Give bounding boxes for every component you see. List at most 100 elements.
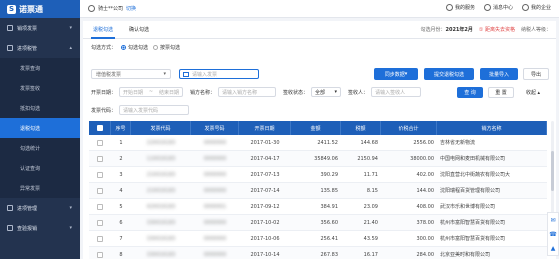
row-checkbox[interactable] bbox=[97, 219, 103, 226]
invoice-table: 序号 发票代码 发票号码 开票日期 金额 税额 价税合计 销方名称 1 22001… bbox=[89, 121, 547, 259]
header-select-all[interactable] bbox=[89, 121, 111, 135]
select-all-checkbox[interactable] bbox=[96, 125, 103, 131]
row-checkbox-cell[interactable] bbox=[89, 183, 111, 199]
row-checkbox-cell[interactable] bbox=[89, 215, 111, 231]
receiver-input[interactable]: 请输入签收人 bbox=[371, 87, 422, 97]
tab-refund-check[interactable]: 退税勾选 bbox=[90, 26, 116, 39]
row-checkbox-cell[interactable] bbox=[89, 135, 111, 151]
sidebar-group-label: 销项发票 bbox=[17, 25, 38, 32]
row-checkbox-cell[interactable] bbox=[89, 167, 111, 183]
row-tax: 11.71 bbox=[363, 171, 378, 178]
radio-by-check-label: 勾选勾选 bbox=[128, 45, 149, 51]
chevron-down-icon: ▾ bbox=[69, 25, 72, 31]
filter-row-1: 开票日期： 开始日期 ~ 结束日期 销方名称： 请输入销方名称 签收状态： 全部… bbox=[91, 87, 422, 97]
sidebar-item-refund-check[interactable]: 退税勾选 bbox=[0, 118, 80, 138]
status-value: 全部 bbox=[315, 89, 326, 96]
row-index: 5 bbox=[119, 203, 123, 210]
table-row[interactable]: 8 330016183 0000000 2017-10-14 267.83 16.17 28… bbox=[89, 247, 547, 259]
row-total: 402.00 bbox=[416, 171, 435, 178]
my-company-button[interactable]: 我的企业 bbox=[521, 4, 551, 11]
row-checkbox[interactable] bbox=[97, 187, 103, 194]
company-switcher[interactable]: 骑士**公司 切换 bbox=[88, 5, 136, 12]
row-tax: 16.17 bbox=[363, 251, 378, 258]
search-input[interactable]: 请输入发票 bbox=[179, 69, 259, 79]
row-checkbox[interactable] bbox=[97, 203, 103, 210]
table-row[interactable]: 5 420016183 0000001 2017-09-12 384.91 23.09 40… bbox=[89, 199, 547, 215]
row-index: 4 bbox=[119, 187, 123, 194]
company-name: 骑士**公司 bbox=[98, 6, 124, 12]
sidebar-item-auth-query[interactable]: 认证查询 bbox=[0, 158, 80, 178]
sidebar-item-label: 异常发票 bbox=[20, 185, 41, 192]
sidebar-item-check-stats[interactable]: 勾选统计 bbox=[0, 138, 80, 158]
row-checkbox[interactable] bbox=[97, 171, 103, 178]
row-checkbox[interactable] bbox=[97, 235, 103, 242]
row-checkbox[interactable] bbox=[97, 155, 103, 162]
row-checkbox[interactable] bbox=[97, 139, 103, 146]
period-warning[interactable]: ① 距离失去资格 bbox=[479, 26, 515, 33]
query-button[interactable]: 查 询 bbox=[457, 87, 483, 98]
submit-refund-label: 提交退税勾选 bbox=[433, 71, 464, 78]
export-button[interactable]: 导出 bbox=[523, 68, 549, 80]
main-content: 退税勾选 确认勾选 勾选月份：2021年2月 ① 距离失去资格 纳税人等级： 勾… bbox=[83, 21, 556, 259]
row-invoice-code: 210016183 bbox=[146, 187, 176, 194]
table-header: 序号 发票代码 发票号码 开票日期 金额 税额 价税合计 销方名称 bbox=[89, 121, 547, 135]
logo[interactable]: S 诺票通 bbox=[0, 0, 80, 18]
row-total: 284.00 bbox=[416, 251, 435, 258]
table-row[interactable]: 2 110016183 0000000 2017-04-17 35849.06 2150.… bbox=[89, 151, 547, 167]
radio-by-invoice[interactable] bbox=[153, 45, 159, 50]
phone-icon[interactable]: ☎ bbox=[549, 231, 556, 238]
sync-data-button[interactable]: 同步数据 ▾ bbox=[374, 68, 418, 80]
invoice-type-select[interactable]: 增值税发票 ▾ bbox=[91, 69, 171, 79]
sidebar-group-verify[interactable]: 查验报销 ▾ bbox=[0, 218, 80, 238]
row-amount: 267.83 bbox=[320, 251, 339, 258]
row-checkbox-cell[interactable] bbox=[89, 151, 111, 167]
row-checkbox[interactable] bbox=[97, 251, 103, 258]
table-row[interactable]: 6 330016183 0000000 2017-10-02 356.60 21.40 37… bbox=[89, 215, 547, 231]
period-label: 勾选月份： bbox=[420, 27, 446, 33]
date-end: 结束日期 bbox=[158, 89, 179, 96]
date-range-picker[interactable]: 开始日期 ~ 结束日期 bbox=[119, 87, 184, 97]
row-date: 2017-07-14 bbox=[250, 187, 280, 194]
row-invoice-number: 0000000 bbox=[203, 235, 227, 242]
messages-button[interactable]: 消息中心 bbox=[483, 4, 513, 11]
collapse-toggle[interactable]: 收起 ▴ bbox=[519, 87, 547, 98]
row-index: 1 bbox=[119, 139, 123, 146]
chevron-down-icon: ▾ bbox=[163, 71, 166, 77]
my-service-button[interactable]: 我的服务 bbox=[445, 4, 475, 11]
sidebar-group-sales[interactable]: 销项发票 ▾ bbox=[0, 18, 80, 38]
row-checkbox-cell[interactable] bbox=[89, 199, 111, 215]
top-right-actions: 我的服务 消息中心 我的企业 bbox=[445, 4, 551, 11]
radio-by-check[interactable] bbox=[121, 45, 127, 50]
scrollbar-thumb[interactable] bbox=[551, 151, 554, 191]
sidebar-item-invoice-receipt[interactable]: 发票签收 bbox=[0, 78, 80, 98]
row-checkbox-cell[interactable] bbox=[89, 231, 111, 247]
tab-confirm-check[interactable]: 确认勾选 bbox=[129, 26, 149, 33]
switch-company-link[interactable]: 切换 bbox=[126, 5, 136, 12]
mail-icon[interactable]: ✉ bbox=[550, 217, 555, 224]
seller-input[interactable]: 请输入销方名称 bbox=[218, 87, 277, 97]
back-to-top-icon[interactable]: ▲ bbox=[551, 245, 556, 252]
table-row[interactable]: 3 210016183 0000000 2017-07-13 390.29 11.71 40… bbox=[89, 167, 547, 183]
row-seller: 吉林省无新物流 bbox=[440, 140, 476, 146]
header-date[interactable]: 开票日期 bbox=[239, 121, 291, 135]
reset-button[interactable]: 重 置 bbox=[488, 87, 514, 98]
chevron-down-icon: ▾ bbox=[334, 89, 338, 95]
sidebar-item-invoice-query[interactable]: 发票查询 bbox=[0, 58, 80, 78]
status-select[interactable]: 全部 ▾ bbox=[311, 87, 342, 97]
table-row[interactable]: 7 330016183 0000000 2017-10-06 256.41 43.59 30… bbox=[89, 231, 547, 247]
sidebar-group-input-mgmt[interactable]: 进项管理 ▾ bbox=[0, 198, 80, 218]
invoice-code-input[interactable]: 请输入发票代码 bbox=[119, 105, 190, 115]
row-checkbox-cell[interactable] bbox=[89, 247, 111, 259]
submit-refund-button[interactable]: 提交退税勾选 bbox=[424, 68, 474, 80]
table-row[interactable]: 1 220016183 0000000 2017-01-30 2411.52 144.68… bbox=[89, 135, 547, 151]
table-row[interactable]: 4 210016183 0000000 2017-07-14 135.85 8.15 144… bbox=[89, 183, 547, 199]
row-date: 2017-04-17 bbox=[250, 155, 280, 162]
row-date: 2017-10-02 bbox=[250, 219, 280, 226]
sidebar-group-input[interactable]: 进项税管 ▴ bbox=[0, 38, 80, 58]
sidebar-item-deduction-check[interactable]: 抵扣勾选 bbox=[0, 98, 80, 118]
sidebar-item-abnormal-invoice[interactable]: 异常发票 bbox=[0, 178, 80, 198]
row-amount: 256.41 bbox=[320, 235, 339, 242]
batch-import-button[interactable]: 批量导入 bbox=[480, 68, 518, 80]
row-seller: 北京亚美时和有限公司 bbox=[440, 252, 491, 258]
row-invoice-number: 0000000 bbox=[203, 155, 227, 162]
